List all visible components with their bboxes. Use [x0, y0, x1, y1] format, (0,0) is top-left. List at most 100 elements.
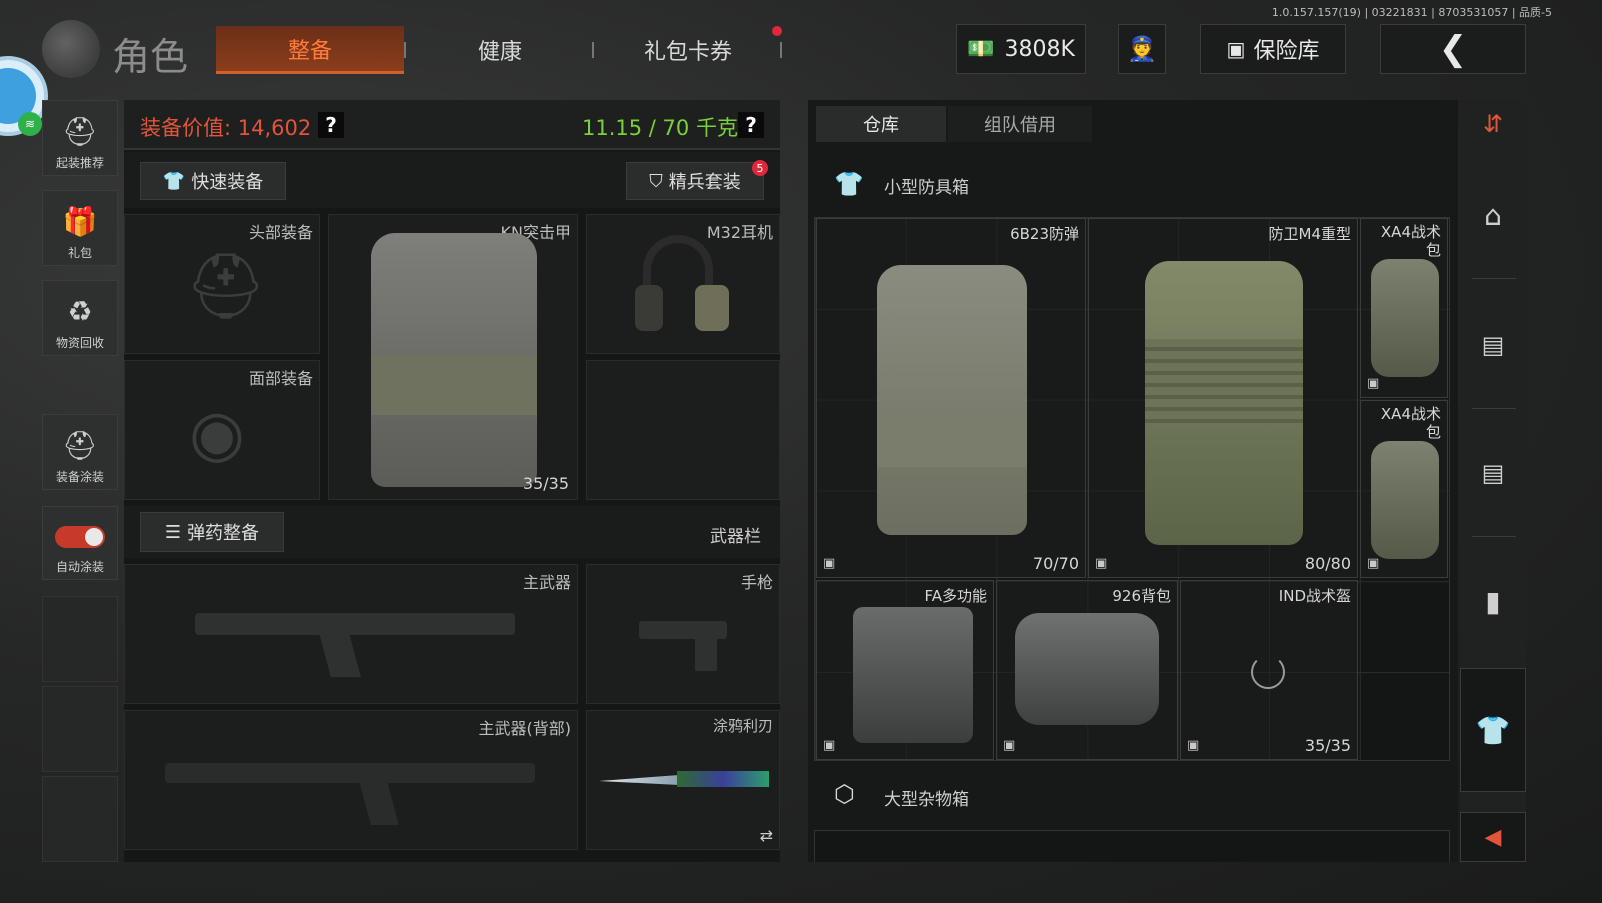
rifle-grip [359, 781, 399, 825]
item-name: IND战术盔 [1278, 587, 1351, 605]
nav-divider [1472, 278, 1516, 279]
item-name: XA4战术包 [1380, 405, 1441, 441]
sidebar-item-recommended[interactable]: ⛑ 起装推荐 [42, 100, 118, 176]
sidebar-item-recycle[interactable]: ♻ 物资回收 [42, 280, 118, 356]
item-ind-helmet[interactable]: IND战术盔 ▣ 35/35 [1180, 580, 1358, 760]
tab-loadout[interactable]: 整备 [216, 26, 404, 74]
face-slot[interactable]: 面部装备 ◉ [124, 360, 320, 500]
headset-cup [695, 285, 729, 331]
value-help-button[interactable]: ? [318, 112, 344, 138]
item-durability: 35/35 [1304, 736, 1351, 755]
vault-button[interactable]: ▣ 保险库 [1200, 24, 1346, 74]
armor-slot[interactable]: KN突击甲 35/35 [328, 214, 578, 500]
rifle-grip [319, 633, 361, 677]
elite-set-label: 精兵套装 [668, 172, 741, 193]
cube-icon: ▣ [1367, 556, 1380, 571]
cube-icon: ▣ [1187, 738, 1200, 753]
ammo-list-icon: ☰ [164, 521, 182, 543]
box-title: 小型防具箱 [884, 178, 969, 198]
tab-gift-cards[interactable]: 礼包卡券 [606, 26, 770, 74]
slot-label: 手枪 [740, 573, 773, 592]
box-icon: ⬡ [834, 780, 855, 808]
empty-slot[interactable] [586, 360, 780, 500]
ammo-refill-button[interactable]: ☰ 弹药整备 [140, 512, 284, 552]
tab-squad-borrow[interactable]: 组队借用 [948, 106, 1092, 142]
item-m4-heavy-armor[interactable]: 防卫M4重型 ▣ 80/80 [1088, 218, 1358, 578]
character-button[interactable]: 👮 [1118, 24, 1166, 74]
auto-paint-toggle[interactable] [55, 526, 105, 548]
tab-health[interactable]: 健康 [420, 26, 580, 74]
headset-cup [635, 285, 663, 331]
helmet-placeholder-icon: ⛑ [185, 250, 267, 324]
xa4-pack-image [1371, 259, 1439, 377]
home-icon[interactable]: ⌂ [1460, 190, 1526, 240]
wifi-icon: ≋ [18, 112, 42, 136]
quick-equip-button[interactable]: 👕 快速装备 [140, 162, 286, 200]
sidebar-empty-slot [42, 776, 118, 862]
tab-divider [592, 42, 594, 58]
tab-warehouse[interactable]: 仓库 [816, 106, 946, 142]
currency-display[interactable]: 💵 3808K [956, 24, 1086, 74]
gasmask-placeholder-icon: ◉ [189, 397, 245, 471]
cube-icon: ▣ [823, 738, 836, 753]
926-backpack-image [1015, 613, 1159, 725]
6b23-armor-image [877, 265, 1027, 535]
helmet-icon: ⛑ [62, 115, 98, 148]
sidebar-item-gift[interactable]: 🎁 礼包 [42, 190, 118, 266]
elite-set-button[interactable]: ⛉ 精兵套装 [626, 162, 764, 200]
head-slot[interactable]: 头部装备 ⛑ [124, 214, 320, 354]
ammo-refill-label: 弹药整备 [187, 523, 260, 544]
back-button[interactable]: ❮ [1380, 24, 1526, 74]
tab-divider [404, 42, 406, 58]
notification-dot [772, 26, 782, 36]
pistol-slot[interactable]: 手枪 [586, 564, 780, 704]
item-6b23-armor[interactable]: 6B23防弹 ▣ 70/70 [816, 218, 1086, 578]
box-title: 大型杂物箱 [884, 790, 969, 810]
collapse-arrow-icon[interactable]: ◀ [1460, 812, 1526, 862]
shirt-icon: 👕 [162, 170, 186, 192]
gift-icon: 🎁 [62, 205, 98, 238]
item-durability: 80/80 [1304, 554, 1351, 573]
xa4-pack-image [1371, 441, 1439, 559]
armor-filter-icon[interactable]: 👕 [1460, 668, 1526, 792]
armor-panel [877, 419, 1027, 467]
headset-slot[interactable]: M32耳机 [586, 214, 780, 354]
molle-panel [1145, 339, 1303, 429]
container-icon[interactable]: ▤ [1460, 320, 1526, 370]
shield-icon: ⛉ [649, 170, 663, 192]
sidebar-item-label: 自动涂装 [55, 560, 104, 574]
sidebar-item-label: 物资回收 [55, 336, 104, 350]
melee-slot[interactable]: 涂鸦利刃 ⇄ [586, 710, 780, 850]
sidebar-item-paint[interactable]: ⛑ 装备涂装 [42, 414, 118, 490]
item-xa4-pack-1[interactable]: XA4战术包 ▣ [1360, 218, 1448, 398]
elite-badge: 5 [752, 160, 768, 176]
item-fa-multi-pouch[interactable]: FA多功能 ▣ [816, 580, 994, 760]
armor-box-icon: 👕 [834, 170, 864, 198]
cube-icon: ▣ [823, 556, 836, 571]
version-info: 1.0.157.157(19) | 03221831 | 8703531057 … [1271, 6, 1552, 19]
recycle-icon: ♻ [67, 295, 93, 328]
cube-icon: ▣ [1003, 738, 1016, 753]
weight-help-button[interactable]: ? [738, 112, 764, 138]
magazine-icon[interactable]: ▮ [1460, 576, 1526, 626]
armor-panel [371, 355, 537, 415]
vault-icon: ▣ [1226, 37, 1246, 61]
primary-back-slot[interactable]: 主武器(背部) [124, 710, 578, 850]
item-name: 926背包 [1112, 587, 1171, 605]
rifle-placeholder-icon [195, 613, 515, 635]
slot-label: 主武器 [522, 573, 571, 592]
item-926-backpack[interactable]: 926背包 ▣ [996, 580, 1178, 760]
container-icon[interactable]: ▤ [1460, 448, 1526, 498]
item-name: FA多功能 [924, 587, 987, 605]
swap-icon[interactable]: ⇄ [760, 826, 773, 845]
slot-label: 涂鸦利刃 [712, 717, 773, 735]
item-durability: 70/70 [1032, 554, 1079, 573]
sidebar-item-auto-paint[interactable]: 自动涂装 [42, 506, 118, 580]
item-xa4-pack-2[interactable]: XA4战术包 ▣ [1360, 400, 1448, 578]
item-name: XA4战术包 [1380, 223, 1441, 259]
sort-icon[interactable]: ⇵ [1460, 104, 1526, 144]
quick-equip-label: 快速装备 [191, 172, 264, 193]
sidebar-item-label: 起装推荐 [55, 156, 104, 170]
sidebar-empty-slot [42, 686, 118, 772]
primary-weapon-slot[interactable]: 主武器 [124, 564, 578, 704]
